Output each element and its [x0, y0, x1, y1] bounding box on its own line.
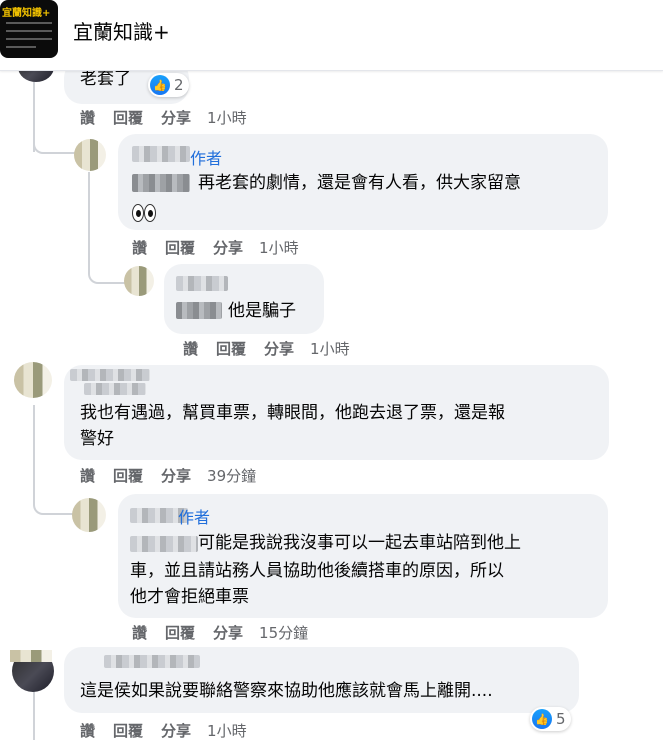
avatar[interactable] — [124, 266, 154, 296]
comment-text: 我也有遇過，幫買車票，轉眼間，他跑去退了票，還是報 — [80, 403, 505, 423]
timestamp[interactable]: 39分鐘 — [207, 465, 256, 486]
avatar — [10, 650, 52, 662]
comment-bubble: 我也有遇過，幫買車票，轉眼間，他跑去退了票，還是報 警好 — [64, 365, 609, 460]
reply-button[interactable]: 回覆 — [113, 107, 143, 128]
tagged-name[interactable] — [176, 302, 222, 319]
comment-bubble: 作者 再老套的劇情，還是會有人看，供大家留意 — [118, 134, 608, 230]
reaction-badge[interactable]: 👍 5 — [530, 707, 571, 731]
reaction-count: 2 — [174, 76, 184, 94]
like-icon: 👍 — [532, 709, 552, 729]
timestamp[interactable]: 1小時 — [310, 338, 350, 359]
logo-text: 宜蘭知識+ — [2, 8, 51, 19]
commenter-name[interactable] — [176, 276, 228, 291]
comment-text: 警好 — [80, 429, 114, 449]
reply-button[interactable]: 回覆 — [165, 237, 195, 258]
tagged-name[interactable] — [132, 174, 190, 192]
share-button[interactable]: 分享 — [213, 237, 243, 258]
thread-line — [33, 690, 35, 740]
share-button[interactable]: 分享 — [213, 622, 243, 643]
like-icon: 👍 — [150, 75, 170, 95]
avatar[interactable] — [14, 362, 52, 398]
avatar[interactable] — [72, 498, 106, 532]
share-button[interactable]: 分享 — [161, 107, 191, 128]
commenter-name[interactable] — [84, 383, 146, 395]
comment-actions: 讚回覆 分享 1小時 — [80, 107, 265, 128]
like-button[interactable]: 讚 — [132, 237, 147, 258]
like-button[interactable]: 讚 — [80, 720, 95, 741]
reaction-badge[interactable]: 👍 2 — [148, 73, 189, 97]
comment-text: 車，並且請站務人員協助他後續搭車的原因，所以 — [130, 561, 504, 581]
comment-actions: 讚回覆 分享 1小時 — [132, 237, 317, 258]
avatar[interactable] — [74, 139, 106, 171]
reply-button[interactable]: 回覆 — [216, 338, 246, 359]
comment-actions: 讚回覆 分享 39分鐘 — [80, 465, 274, 486]
page-name[interactable]: 宜蘭知識+ — [73, 16, 170, 45]
logo-line — [6, 46, 36, 48]
tagged-name[interactable] — [130, 536, 198, 552]
share-button[interactable]: 分享 — [264, 338, 294, 359]
timestamp[interactable]: 1小時 — [207, 107, 247, 128]
reply-button[interactable]: 回覆 — [165, 622, 195, 643]
page-header: 宜蘭知識+ 宜蘭知識+ — [0, 0, 663, 71]
logo-line — [6, 22, 52, 24]
author-badge: 作者 — [190, 149, 223, 168]
comment-bubble: 作者 可能是我說我沒事可以一起去車站陪到他上 車，並且請站務人員協助他後續搭車的… — [118, 494, 608, 618]
reaction-count: 5 — [556, 710, 566, 728]
logo-line — [6, 30, 52, 32]
comment-text: 這是侯如果說要聯絡警察來協助他應該就會馬上離開.... — [80, 681, 493, 701]
reply-button[interactable]: 回覆 — [113, 720, 143, 741]
comment-bubble: 他是騙子 — [164, 264, 324, 334]
comment-actions: 讚回覆 分享 1小時 — [183, 338, 368, 359]
share-button[interactable]: 分享 — [161, 720, 191, 741]
page-logo[interactable]: 宜蘭知識+ — [0, 0, 58, 58]
comment-bubble: 這是侯如果說要聯絡警察來協助他應該就會馬上離開.... — [64, 647, 579, 713]
comment-actions: 讚回覆 分享 1小時 — [80, 720, 265, 741]
commenter-name[interactable] — [70, 369, 150, 381]
comment-actions: 讚回覆 分享 15分鐘 — [132, 622, 326, 643]
author-badge: 作者 — [178, 508, 211, 527]
like-button[interactable]: 讚 — [132, 622, 147, 643]
share-button[interactable]: 分享 — [161, 465, 191, 486]
comment-text: 再老套的劇情，還是會有人看，供大家留意 — [198, 173, 521, 193]
comment-text: 他是騙子 — [228, 301, 296, 321]
comment-text: 他才會拒絕車票 — [130, 587, 249, 607]
timestamp[interactable]: 15分鐘 — [259, 622, 308, 643]
reply-button[interactable]: 回覆 — [113, 465, 143, 486]
thread-line — [33, 120, 75, 154]
commenter-name[interactable] — [104, 655, 200, 668]
timestamp[interactable]: 1小時 — [259, 237, 299, 258]
comment-text: 可能是我說我沒事可以一起去車站陪到他上 — [198, 533, 521, 553]
commenter-name[interactable] — [132, 146, 190, 162]
like-button[interactable]: 讚 — [183, 338, 198, 359]
like-button[interactable]: 讚 — [80, 107, 95, 128]
logo-line — [6, 38, 52, 40]
like-button[interactable]: 讚 — [80, 465, 95, 486]
eyes-emoji — [132, 202, 156, 222]
timestamp[interactable]: 1小時 — [207, 720, 247, 741]
